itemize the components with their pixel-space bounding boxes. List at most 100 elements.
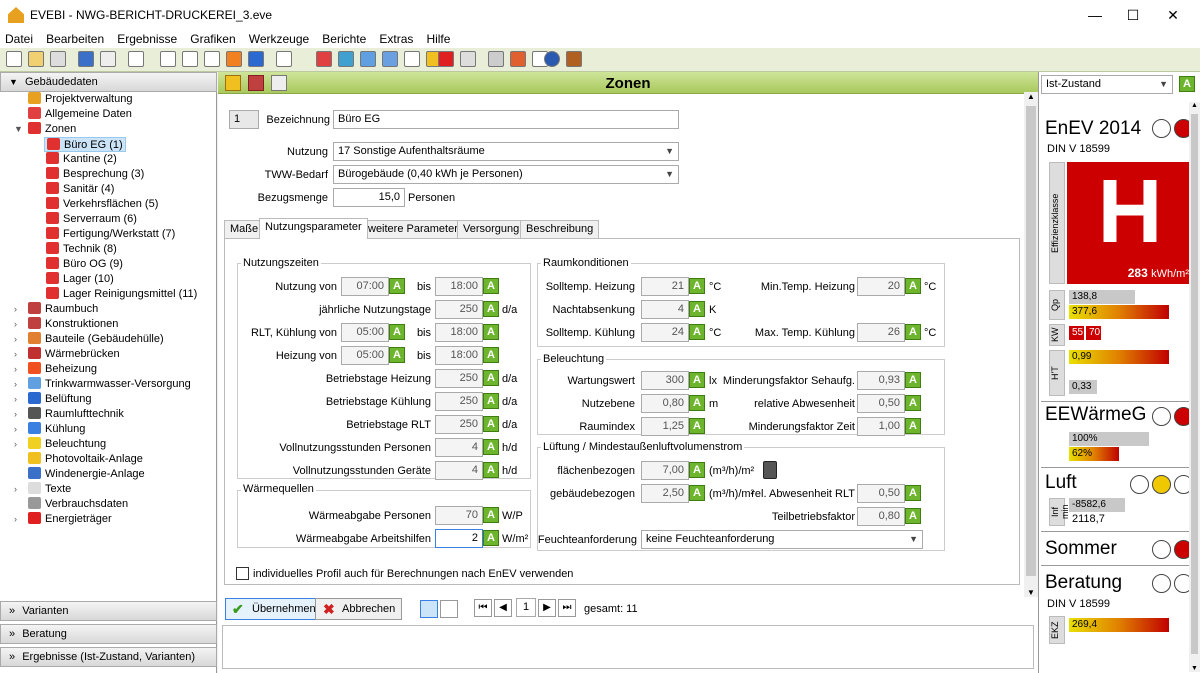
help-icon[interactable]	[544, 51, 560, 67]
blue-arrow-icon[interactable]	[248, 51, 264, 67]
auto-button[interactable]: A	[483, 278, 499, 294]
next-page-button[interactable]: ▶	[538, 599, 556, 617]
auto-button[interactable]: A	[905, 418, 921, 434]
form-view-icon[interactable]	[420, 600, 438, 618]
bezug-input[interactable]: 15,0	[333, 188, 405, 207]
floorplan-icon[interactable]	[316, 51, 332, 67]
auto-button[interactable]: A	[905, 324, 921, 340]
chevron-down-icon[interactable]: ▼	[1024, 588, 1038, 597]
min-heizung-input[interactable]: 20	[857, 277, 905, 296]
bt-rlt-input[interactable]: 250	[435, 415, 483, 434]
chevron-down-icon[interactable]: ▼	[14, 122, 23, 137]
menu-datei[interactable]: Datei	[0, 30, 38, 48]
sidebar-varianten[interactable]: » Varianten	[0, 601, 217, 621]
bt-kuehlung-input[interactable]: 250	[435, 392, 483, 411]
scroll-thumb[interactable]	[1026, 106, 1036, 576]
auto-button[interactable]: A	[483, 301, 499, 317]
auto-button[interactable]: A	[483, 370, 499, 386]
dena-icon[interactable]	[100, 51, 116, 67]
wand-icon[interactable]	[128, 51, 144, 67]
tree-item-zone-7[interactable]: Fertigung/Werkstatt (7)	[46, 227, 175, 242]
menu-bearbeiten[interactable]: Bearbeiten	[41, 30, 109, 48]
tree-item-zone-10[interactable]: Lager (10)	[46, 272, 114, 287]
calculator-icon[interactable]	[488, 51, 504, 67]
tree-item-raumlufttechnik[interactable]: › Raumlufttechnik	[14, 407, 124, 422]
tww-select[interactable]: Bürogebäude (0,40 kWh je Personen) ▼	[333, 165, 679, 184]
orange-arrow-icon[interactable]	[226, 51, 242, 67]
soll-heizung-input[interactable]: 21	[641, 277, 689, 296]
tree-item-beheizung[interactable]: › Beheizung	[14, 362, 97, 377]
auto-button[interactable]: A	[905, 395, 921, 411]
state-select[interactable]: Ist-Zustand ▼	[1041, 75, 1173, 94]
tree-item-allgemeine-daten[interactable]: Allgemeine Daten	[28, 107, 132, 122]
grid-icon[interactable]	[338, 51, 354, 67]
auto-button[interactable]: A	[483, 393, 499, 409]
uebernehmen-button[interactable]: ✔ Übernehmen	[225, 598, 323, 620]
auto-button[interactable]: A	[483, 416, 499, 432]
chevron-right-icon[interactable]: ›	[14, 437, 17, 452]
vn-geraete-input[interactable]: 4	[435, 461, 483, 480]
tree-item-waermebruecken[interactable]: › Wärmebrücken	[14, 347, 120, 362]
nutzung-select[interactable]: 17 Sonstige Aufenthaltsräume ▼	[333, 142, 679, 161]
chevron-right-icon[interactable]: ›	[14, 332, 17, 347]
fan-icon[interactable]	[382, 51, 398, 67]
chart-icon[interactable]	[510, 51, 526, 67]
teilbetrieb-input[interactable]: 0,80	[857, 507, 905, 526]
open-folder-icon[interactable]	[28, 51, 44, 67]
auto-button[interactable]: A	[905, 508, 921, 524]
menu-grafiken[interactable]: Grafiken	[185, 30, 240, 48]
chevron-up-icon[interactable]: ▲	[1024, 92, 1038, 101]
tree-item-zone-6[interactable]: Serverraum (6)	[46, 212, 137, 227]
chevron-right-icon[interactable]: ›	[14, 482, 17, 497]
copy-icon[interactable]	[50, 51, 66, 67]
auto-button[interactable]: A	[689, 418, 705, 434]
export-icon[interactable]	[78, 51, 94, 67]
tree-item-kuehlung[interactable]: › Kühlung	[14, 422, 85, 437]
chevron-right-icon[interactable]: ›	[14, 407, 17, 422]
rel-abw-rlt-input[interactable]: 0,50	[857, 484, 905, 503]
list-icon[interactable]	[182, 51, 198, 67]
chevron-right-icon[interactable]: ›	[14, 317, 17, 332]
chevron-up-icon[interactable]: ▲	[1189, 102, 1200, 109]
max-kuehlung-input[interactable]: 26	[857, 323, 905, 342]
gebaeude-input[interactable]: 2,50	[641, 484, 689, 503]
tree-item-zone-9[interactable]: Büro OG (9)	[46, 257, 123, 272]
minderung-zeit-input[interactable]: 1,00	[857, 417, 905, 436]
phone-icon[interactable]	[566, 51, 582, 67]
tab-versorgung[interactable]: Versorgung	[457, 220, 526, 238]
tab-weitere-parameter[interactable]: weitere Parameter	[362, 220, 464, 238]
tree-item-belueftung[interactable]: › Belüftung	[14, 392, 91, 407]
raumindex-input[interactable]: 1,25	[641, 417, 689, 436]
snowflake-icon[interactable]	[404, 51, 420, 67]
close-icon[interactable]: ✕	[1163, 5, 1183, 25]
tree-item-bauteile[interactable]: › Bauteile (Gebäudehülle)	[14, 332, 164, 347]
bt-heizung-input[interactable]: 250	[435, 369, 483, 388]
window-icon[interactable]	[276, 51, 292, 67]
sidebar-ergebnisse[interactable]: » Ergebnisse (Ist-Zustand, Varianten)	[0, 647, 217, 667]
auto-button[interactable]: A	[483, 507, 499, 523]
sidebar-header[interactable]: ▼ Gebäudedaten	[0, 72, 217, 92]
wartungswert-input[interactable]: 300	[641, 371, 689, 390]
tree-item-zone-4[interactable]: Sanitär (4)	[46, 182, 114, 197]
tree-item-windenergie[interactable]: Windenergie-Anlage	[28, 467, 145, 482]
tree-item-zone-5[interactable]: Verkehrsflächen (5)	[46, 197, 158, 212]
tree-item-raumbuch[interactable]: › Raumbuch	[14, 302, 98, 317]
minderung-seh-input[interactable]: 0,93	[857, 371, 905, 390]
tree-item-zone-3[interactable]: Besprechung (3)	[46, 167, 144, 182]
rlt-bis-input[interactable]: 18:00	[435, 323, 483, 342]
nachtabsenkung-input[interactable]: 4	[641, 300, 689, 319]
auto-button[interactable]: A	[905, 485, 921, 501]
auto-button[interactable]: A	[905, 278, 921, 294]
scroll-thumb[interactable]	[1191, 114, 1198, 654]
auto-button[interactable]: A	[689, 372, 705, 388]
auto-button[interactable]: A	[689, 395, 705, 411]
rel-abw-input[interactable]: 0,50	[857, 394, 905, 413]
minimize-icon[interactable]: —	[1085, 5, 1105, 25]
auto-button[interactable]: A	[689, 301, 705, 317]
auto-button[interactable]: A	[483, 530, 499, 546]
individual-profile-checkbox[interactable]	[236, 567, 249, 580]
prev-page-button[interactable]: ◀	[494, 599, 512, 617]
chevron-right-icon[interactable]: ›	[14, 347, 17, 362]
auto-button[interactable]: A	[483, 347, 499, 363]
tree-item-konstruktionen[interactable]: › Konstruktionen	[14, 317, 118, 332]
